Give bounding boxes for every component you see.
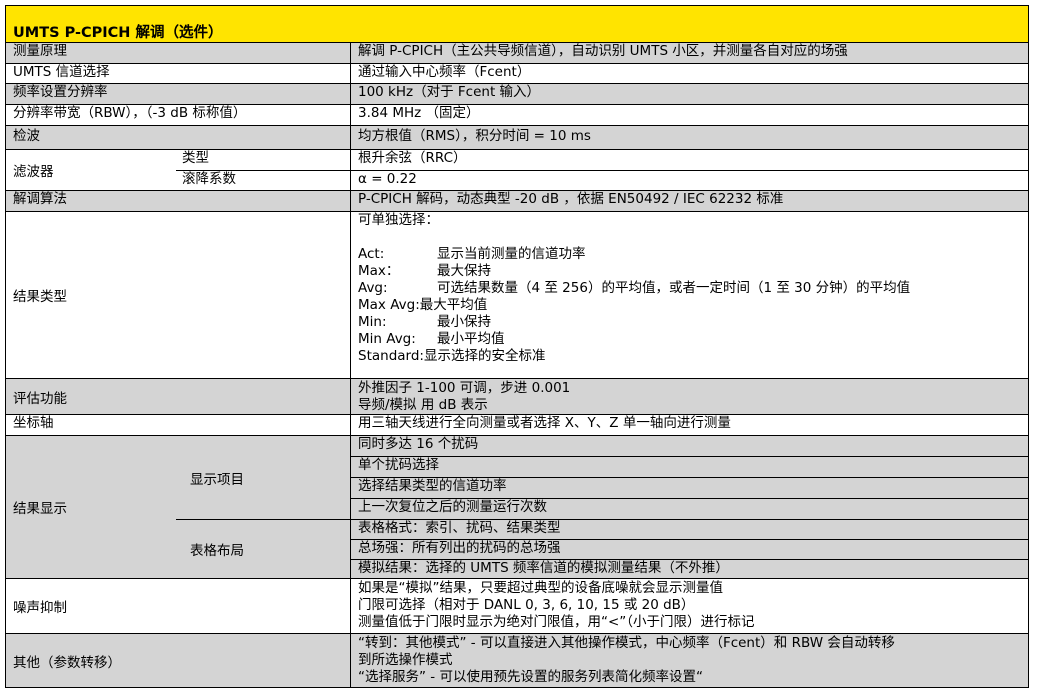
noise-line: 门限可选择（相对于 DANL 0, 3, 6, 10, 15 或 20 dB） bbox=[358, 597, 695, 613]
noise-line: 测量值低于门限时显示为绝对门限值，用“<”（小于门限）进行标记 bbox=[358, 614, 755, 630]
filter-rolloff-label: 滚降系数 bbox=[176, 170, 350, 190]
row-value-demod: P-CPICH 解码，动态典型 -20 dB ，依据 EN50492 / IEC… bbox=[350, 190, 1028, 211]
table-layout-item: 总场强：所有列出的扰码的总场强 bbox=[350, 539, 1028, 559]
result-type-key: Max： bbox=[358, 263, 400, 279]
row-value-channel: 通过输入中心频率（Fcent） bbox=[350, 63, 1028, 83]
result-type-text: 可选结果数量（4 至 256）的平均值，或者一定时间（1 至 30 分钟）的平均… bbox=[437, 280, 911, 296]
filter-type-value: 根升余弦（RRC） bbox=[350, 149, 1028, 170]
display-item: 单个扰码选择 bbox=[350, 456, 1028, 477]
display-item: 选择结果类型的信道功率 bbox=[350, 477, 1028, 498]
result-type-key: Avg: bbox=[358, 280, 388, 296]
other-line: “选择服务” - 可以使用预先设置的服务列表简化频率设置“ bbox=[358, 669, 703, 685]
table-layout-label: 表格布局 bbox=[176, 519, 350, 578]
evaluation-line: 导频/模拟 用 dB 表示 bbox=[358, 397, 488, 413]
list-item: Standard: 显示选择的安全标准 bbox=[358, 348, 1028, 365]
list-item: Max Avg: 最大平均值 bbox=[358, 297, 1028, 314]
noise-line: 如果是“模拟”结果，只要超过典型的设备底噪就会显示测量值 bbox=[358, 580, 723, 596]
other-line: “转到：其他模式” - 可以直接进入其他操作模式，中心频率（Fcent）和 RB… bbox=[358, 635, 895, 651]
filter-rolloff-value: α = 0.22 bbox=[350, 170, 1028, 190]
table-layout-item: 表格格式：索引、扰码、结果类型 bbox=[350, 519, 1028, 539]
result-type-text: 最小保持 bbox=[437, 314, 491, 330]
row-label-resolution: 频率设置分辨率 bbox=[6, 83, 350, 104]
row-label-result-display: 结果显示 bbox=[6, 435, 176, 578]
list-item: Avg: 可选结果数量（4 至 256）的平均值，或者一定时间（1 至 30 分钟… bbox=[358, 280, 1028, 297]
result-type-text: 显示选择的安全标准 bbox=[423, 348, 546, 364]
row-value-axis: 用三轴天线进行全向测量或者选择 X、Y、Z 单一轴向进行测量 bbox=[350, 414, 1028, 435]
spec-table: UMTS P-CPICH 解调（选件） 测量原理 解调 P-CPICH（主公共导… bbox=[5, 5, 1029, 688]
result-type-key: Min Avg: bbox=[358, 331, 416, 347]
result-type-key: Max Avg: bbox=[358, 297, 420, 313]
other-line: 到所选操作模式 bbox=[358, 652, 453, 668]
display-item: 上一次复位之后的测量运行次数 bbox=[350, 498, 1028, 519]
display-items-label: 显示项目 bbox=[176, 435, 350, 519]
row-value-evaluation: 外推因子 1-100 可调，步进 0.001 导频/模拟 用 dB 表示 bbox=[350, 378, 1028, 414]
result-type-text: 最大平均值 bbox=[419, 297, 488, 313]
row-value-other: “转到：其他模式” - 可以直接进入其他操作模式，中心频率（Fcent）和 RB… bbox=[350, 633, 1028, 687]
list-item: Min Avg: 最小平均值 bbox=[358, 331, 1028, 348]
table-layout-item: 模拟结果：选择的 UMTS 频率信道的模拟测量结果（不外推） bbox=[350, 559, 1028, 578]
row-value-noise: 如果是“模拟”结果，只要超过典型的设备底噪就会显示测量值 门限可选择（相对于 D… bbox=[350, 578, 1028, 633]
row-label-channel: UMTS 信道选择 bbox=[6, 63, 350, 83]
result-type-text: 显示当前测量的信道功率 bbox=[437, 246, 586, 262]
table-title: UMTS P-CPICH 解调（选件） bbox=[6, 6, 1028, 43]
evaluation-line: 外推因子 1-100 可调，步进 0.001 bbox=[358, 380, 571, 396]
row-label-detection: 检波 bbox=[6, 125, 350, 149]
row-label-principle: 测量原理 bbox=[6, 43, 350, 63]
list-item: Min: 最小保持 bbox=[358, 314, 1028, 331]
row-value-rbw: 3.84 MHz （固定） bbox=[350, 104, 1028, 125]
result-type-text: 最小平均值 bbox=[437, 331, 505, 347]
display-item: 同时多达 16 个扰码 bbox=[350, 435, 1028, 456]
row-label-filter: 滤波器 bbox=[6, 149, 176, 190]
filter-type-label: 类型 bbox=[176, 149, 350, 170]
row-value-principle: 解调 P-CPICH（主公共导频信道），自动识别 UMTS 小区，并测量各自对应… bbox=[350, 43, 1028, 63]
row-value-result-type: 可单独选择： Act: 显示当前测量的信道功率 Max： 最大保持 Avg: 可选结果… bbox=[350, 211, 1028, 378]
row-label-demod: 解调算法 bbox=[6, 190, 350, 211]
result-type-key: Min: bbox=[358, 314, 387, 330]
row-label-evaluation: 评估功能 bbox=[6, 378, 350, 414]
row-label-axis: 坐标轴 bbox=[6, 414, 350, 435]
row-label-rbw: 分辨率带宽（RBW），（-3 dB 标称值） bbox=[6, 104, 350, 125]
result-type-intro: 可单独选择： bbox=[358, 212, 439, 228]
list-item: Max： 最大保持 bbox=[358, 263, 1028, 280]
row-label-noise: 噪声抑制 bbox=[6, 578, 350, 633]
result-type-text: 最大保持 bbox=[437, 263, 491, 279]
result-type-key: Standard: bbox=[358, 348, 424, 364]
row-value-resolution: 100 kHz（对于 Fcent 输入） bbox=[350, 83, 1028, 104]
row-label-other: 其他（参数转移） bbox=[6, 633, 350, 687]
result-type-key: Act: bbox=[358, 246, 385, 262]
row-value-detection: 均方根值（RMS），积分时间 = 10 ms bbox=[350, 125, 1028, 149]
list-item: Act: 显示当前测量的信道功率 bbox=[358, 246, 1028, 263]
row-label-result-type: 结果类型 bbox=[6, 211, 350, 378]
